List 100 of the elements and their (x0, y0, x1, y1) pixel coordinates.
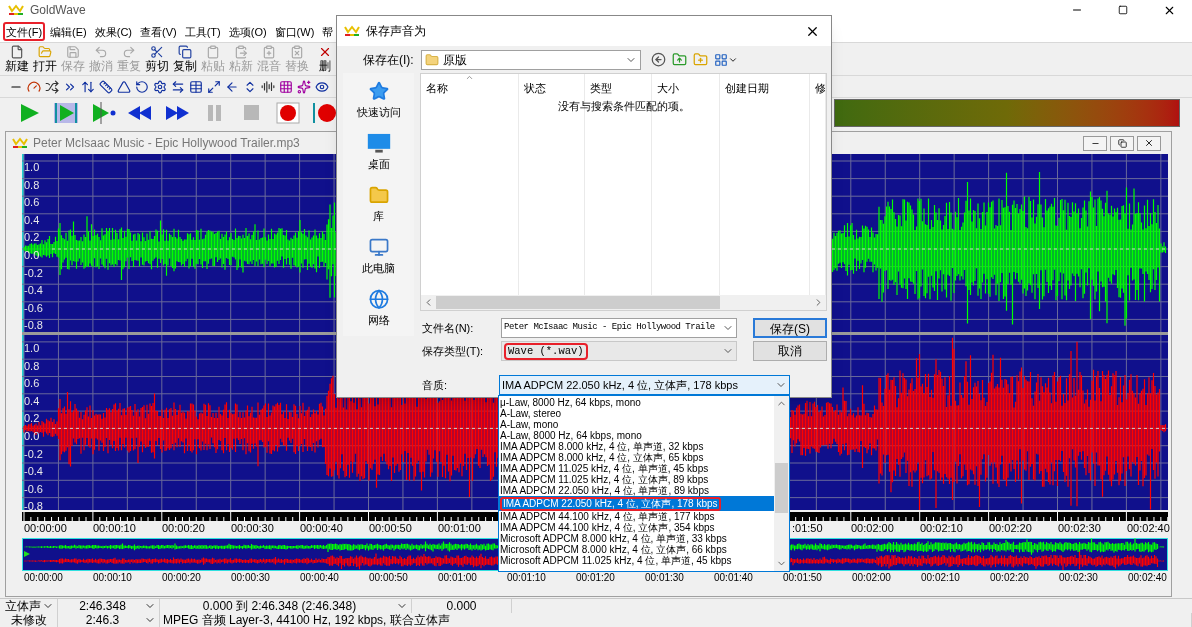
screen-icon (365, 133, 392, 154)
menu-item[interactable]: 窗口(W) (271, 21, 318, 41)
folder-icon (38, 45, 52, 59)
list-option[interactable]: A-Law, stereo (499, 408, 774, 419)
axis-label: 0.4 (24, 393, 41, 409)
place-item[interactable]: 库 (366, 185, 391, 224)
list-option[interactable]: IMA ADPCM 11.025 kHz, 4 位, 立体声, 89 kbps (499, 474, 774, 485)
horizontal-scrollbar[interactable] (421, 295, 826, 310)
column-header[interactable]: 状态 (524, 82, 546, 94)
status-field: MPEG 音频 Layer-3, 44100 Hz, 192 kbps, 联合立体声 (160, 613, 1192, 627)
list-option[interactable]: A-Law, 8000 Hz, 64 kbps, mono (499, 430, 774, 441)
axis-label: 0.4 (24, 212, 41, 228)
axis-label: -0.2 (24, 265, 43, 281)
close-icon (1144, 138, 1154, 148)
list-option[interactable]: IMA ADPCM 8.000 kHz, 4 位, 单声道, 32 kbps (499, 441, 774, 452)
axis-label: -0.4 (24, 283, 43, 299)
column-header[interactable]: 修 (815, 82, 825, 94)
clipboard-paste-icon (234, 45, 248, 59)
restore-icon (1117, 138, 1127, 148)
toolbar-button[interactable]: 新建 (3, 43, 31, 75)
minimize-button[interactable] (1083, 135, 1107, 151)
status-field[interactable]: 2:46.3 (58, 613, 160, 627)
list-option[interactable]: Microsoft ADPCM 8.000 kHz, 4 位, 立体声, 66 kbps (499, 544, 774, 555)
axis-label: -0.6 (24, 300, 43, 316)
column-header[interactable]: 类型 (590, 82, 612, 94)
time-label: 00:00:20 (162, 572, 201, 583)
list-option[interactable]: A-Law, mono (499, 419, 774, 430)
toolbar-button[interactable]: 剪切 (143, 43, 171, 75)
app-logo-icon (12, 137, 28, 149)
time-label: 00:00:40 (300, 522, 343, 534)
record-icon (273, 101, 302, 124)
menu-item[interactable]: 工具(T) (181, 21, 224, 41)
arrows-vertical-icon[interactable] (81, 79, 95, 94)
place-item[interactable]: 桌面 (365, 133, 392, 172)
menu-item[interactable]: 选项(O) (225, 21, 270, 41)
triangle-icon[interactable] (117, 79, 131, 94)
axis-label: 1.0 (24, 160, 41, 175)
vertical-scrollbar[interactable] (774, 396, 789, 571)
axis-label: 0.8 (24, 358, 41, 374)
axis-label: -0.6 (24, 481, 43, 497)
place-item[interactable]: 快速访问 (356, 81, 401, 120)
list-option[interactable]: IMA ADPCM 22.050 kHz, 4 位, 单声道, 89 kbps (499, 485, 774, 496)
menu-item[interactable]: 文件(F) (3, 21, 46, 41)
column-header[interactable]: 大小 (657, 82, 679, 94)
place-item[interactable]: 网络 (366, 289, 391, 328)
time-label: 00:00:00 (24, 572, 63, 583)
toolbar-button[interactable]: 复制 (171, 43, 199, 75)
menu-item[interactable]: 编辑(E) (47, 21, 90, 41)
status-field[interactable]: 立体声 (0, 599, 58, 613)
grid-icon[interactable] (279, 79, 293, 94)
copy-icon (178, 45, 192, 59)
time-label: 00:00:40 (300, 572, 339, 583)
restore-button[interactable] (1110, 135, 1134, 151)
shuffle-icon[interactable] (45, 79, 59, 94)
app-logo-icon (8, 4, 24, 16)
status-field[interactable]: 0.000 到 2:46.348 (2:46.348) (160, 599, 412, 613)
menu-item[interactable]: 帮 (319, 21, 337, 41)
time-label: 00:00:50 (369, 572, 408, 583)
list-option[interactable]: IMA ADPCM 44.100 kHz, 4 位, 立体声, 354 kbps (499, 522, 774, 533)
place-item[interactable]: 此电脑 (362, 237, 395, 276)
list-option[interactable]: μ-Law, 8000 Hz, 64 kbps, mono (499, 397, 774, 408)
back-icon[interactable] (651, 52, 666, 67)
file-type-dropdown[interactable]: Wave (*.wav) (501, 341, 737, 361)
save-button[interactable]: 保存(S) (753, 318, 827, 338)
status-field[interactable]: 2:46.348 (58, 599, 160, 613)
app-logo-icon (344, 25, 360, 37)
list-option[interactable]: Microsoft ADPCM 11.025 kHz, 4 位, 单声道, 45 kbps (499, 555, 774, 566)
filename-field[interactable]: Peter McIsaac Music - Epic Hollywood Traile (501, 318, 737, 338)
eye-icon[interactable] (315, 79, 329, 94)
audio-lines-icon[interactable] (261, 79, 275, 94)
folder-up-icon[interactable] (672, 52, 687, 67)
gauge-icon[interactable] (27, 79, 41, 94)
time-label: 00:02:10 (920, 522, 963, 534)
time-label: 00:02:20 (989, 522, 1032, 534)
list-option[interactable]: Microsoft ADPCM 8.000 kHz, 4 位, 单声道, 33 kbps (499, 533, 774, 544)
folder-dropdown[interactable]: 原版 (421, 49, 641, 70)
arrows-horizontal-icon[interactable] (171, 79, 185, 94)
column-header[interactable]: 创建日期 (725, 82, 769, 94)
arrow-left-icon[interactable] (225, 79, 239, 94)
sparkles-icon[interactable] (297, 79, 311, 94)
list-option[interactable]: IMA ADPCM 8.000 kHz, 4 位, 立体声, 65 kbps (499, 452, 774, 463)
ruler-icon[interactable] (99, 79, 113, 94)
axis-label: 0.8 (24, 177, 41, 193)
menu-item[interactable]: 效果(C) (91, 21, 135, 41)
expand-icon[interactable] (207, 79, 221, 94)
time-label: 00:02:20 (990, 572, 1029, 583)
view-menu-button[interactable] (714, 52, 738, 67)
field-label: 保存在(I): (363, 51, 415, 69)
list-option[interactable]: IMA ADPCM 11.025 kHz, 4 位, 单声道, 45 kbps (499, 463, 774, 474)
toolbar-button[interactable]: 打开 (31, 43, 59, 75)
menu-item[interactable]: 查看(V) (137, 21, 180, 41)
cancel-button[interactable]: 取消 (753, 341, 827, 361)
column-header[interactable]: 名称 (426, 82, 448, 94)
rotate-icon[interactable] (135, 79, 149, 94)
table-icon[interactable] (189, 79, 203, 94)
quality-dropdown[interactable]: IMA ADPCM 22.050 kHz, 4 位, 立体声, 178 kbps (499, 375, 790, 395)
gear-icon[interactable] (153, 79, 167, 94)
close-button[interactable] (1137, 135, 1161, 151)
list-option[interactable]: IMA ADPCM 22.050 kHz, 4 位, 立体声, 178 kbps (499, 496, 774, 511)
time-label: 00:00:10 (93, 572, 132, 583)
